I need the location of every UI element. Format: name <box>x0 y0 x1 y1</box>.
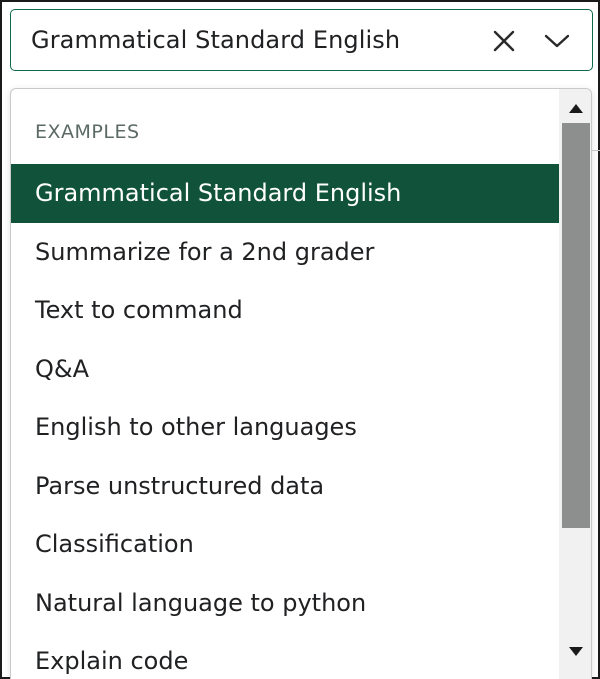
option-explain-code[interactable]: Explain code <box>11 632 559 679</box>
option-grammatical-standard-english[interactable]: Grammatical Standard English <box>11 164 559 223</box>
option-q-and-a[interactable]: Q&A <box>11 340 559 399</box>
scrollbar-thumb[interactable] <box>562 123 590 528</box>
dropdown-menu: EXAMPLES Grammatical Standard English Su… <box>10 88 592 679</box>
group-label: EXAMPLES <box>35 121 140 143</box>
option-list: Grammatical Standard English Summarize f… <box>11 164 559 679</box>
option-summarize-2nd-grader[interactable]: Summarize for a 2nd grader <box>11 223 559 282</box>
example-select[interactable]: Grammatical Standard English <box>10 9 593 71</box>
option-parse-unstructured-data[interactable]: Parse unstructured data <box>11 457 559 516</box>
option-english-to-other-languages[interactable]: English to other languages <box>11 398 559 457</box>
scroll-down-arrow-icon[interactable] <box>566 641 586 663</box>
scroll-up-arrow-icon[interactable] <box>566 97 586 119</box>
chevron-down-icon[interactable] <box>541 26 573 56</box>
option-text-to-command[interactable]: Text to command <box>11 281 559 340</box>
scrollbar[interactable] <box>559 89 591 679</box>
option-natural-language-to-python[interactable]: Natural language to python <box>11 574 559 633</box>
option-classification[interactable]: Classification <box>11 515 559 574</box>
close-icon[interactable] <box>489 26 519 56</box>
select-value: Grammatical Standard English <box>31 26 401 54</box>
